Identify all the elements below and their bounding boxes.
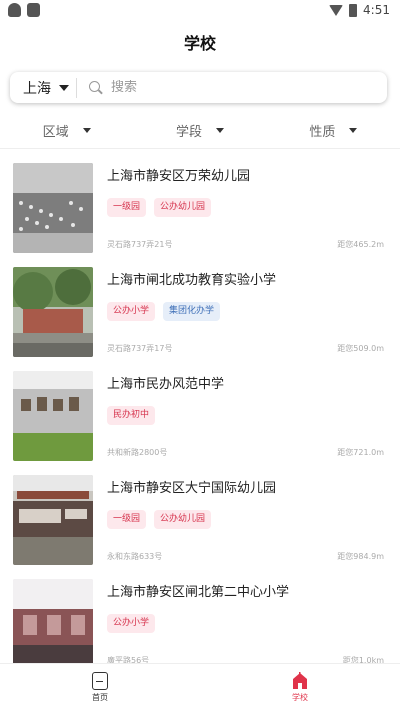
filter-label: 区域 (42, 125, 69, 140)
notification-ghost-icon (8, 3, 21, 17)
tag-group: 一级园 公办幼儿园 (107, 198, 212, 217)
tag-group: 民办初中 (107, 406, 156, 425)
school-list: 上海市静安区万荣幼儿园 一级园 公办幼儿园 灵石路737弄21号 距您465.2… (0, 155, 400, 663)
school-distance: 距您465.2m (337, 240, 384, 249)
page-title: 学校 (183, 34, 216, 53)
school-icon (293, 671, 307, 689)
school-address: 共和新路2800号 (107, 448, 168, 457)
school-address: 灵石路737弄17号 (107, 344, 173, 353)
school-item[interactable]: 上海市静安区闸北第二中心小学 公办小学 廣平路56号 距您1.0km (0, 571, 400, 663)
school-name: 上海市静安区万荣幼儿园 (107, 169, 251, 184)
tag: 公办幼儿园 (154, 510, 212, 529)
school-photo (13, 579, 93, 663)
tag: 公办小学 (107, 614, 156, 633)
divider (76, 77, 77, 98)
notification-app-icon (27, 3, 40, 17)
tag: 一级园 (107, 198, 147, 217)
status-time: 4:51 (363, 3, 390, 17)
school-photo (13, 163, 93, 253)
tag: 公办小学 (107, 302, 156, 321)
search-bar: 上海 (10, 72, 387, 103)
school-name: 上海市静安区闸北第二中心小学 (107, 585, 290, 600)
tag: 集团化办学 (163, 302, 221, 321)
caret-down-icon (216, 128, 224, 133)
tab-label: 首页 (92, 692, 108, 702)
tag-group: 一级园 公办幼儿园 (107, 510, 212, 529)
tab-school[interactable]: 学校 (200, 664, 400, 710)
caret-down-icon (82, 128, 91, 133)
tag: 公办幼儿园 (154, 198, 212, 217)
school-photo (13, 371, 93, 461)
home-icon (92, 671, 108, 690)
bottom-tab-bar: 首页 学校 (0, 663, 400, 710)
wifi-icon (329, 4, 344, 16)
school-name: 上海市静安区大宁国际幼儿园 (107, 481, 277, 496)
school-distance: 距您984.9m (337, 552, 384, 561)
school-photo (13, 267, 93, 357)
school-item[interactable]: 上海市静安区大宁国际幼儿园 一级园 公办幼儿园 永和东路633号 距您984.9… (0, 467, 400, 571)
school-item[interactable]: 上海市民办风范中学 民办初中 共和新路2800号 距您721.0m (0, 363, 400, 467)
search-icon (89, 80, 103, 95)
filter-stage[interactable]: 学段 (133, 113, 266, 148)
school-name: 上海市闸北成功教育实验小学 (107, 273, 277, 288)
school-distance: 距您509.0m (337, 344, 384, 353)
filter-bar: 区域 学段 性质 (0, 113, 400, 149)
caret-down-icon (59, 84, 69, 91)
tag: 民办初中 (107, 406, 156, 425)
school-address: 廣平路56号 (107, 656, 150, 663)
tag-group: 公办小学 (107, 614, 156, 633)
school-distance: 距您1.0km (342, 656, 384, 663)
tag: 一级园 (107, 510, 147, 529)
school-address: 灵石路737弄21号 (107, 240, 173, 249)
tab-home[interactable]: 首页 (0, 664, 200, 710)
search-input[interactable] (111, 80, 351, 95)
school-distance: 距您721.0m (337, 448, 384, 457)
school-item[interactable]: 上海市闸北成功教育实验小学 公办小学 集团化办学 灵石路737弄17号 距您50… (0, 259, 400, 363)
school-name: 上海市民办风范中学 (107, 377, 225, 392)
filter-region[interactable]: 区域 (0, 113, 133, 148)
school-photo (13, 475, 93, 565)
status-bar: 4:51 (0, 0, 400, 22)
caret-down-icon (349, 128, 358, 133)
city-selector[interactable]: 上海 (10, 72, 76, 103)
tab-label: 学校 (292, 692, 308, 702)
filter-label: 性质 (309, 125, 336, 140)
city-label: 上海 (23, 80, 51, 97)
school-address: 永和东路633号 (107, 552, 163, 561)
tag-group: 公办小学 集团化办学 (107, 302, 221, 321)
filter-label: 学段 (175, 125, 202, 140)
battery-icon (349, 3, 358, 17)
filter-type[interactable]: 性质 (267, 113, 400, 148)
school-item[interactable]: 上海市静安区万荣幼儿园 一级园 公办幼儿园 灵石路737弄21号 距您465.2… (0, 155, 400, 259)
